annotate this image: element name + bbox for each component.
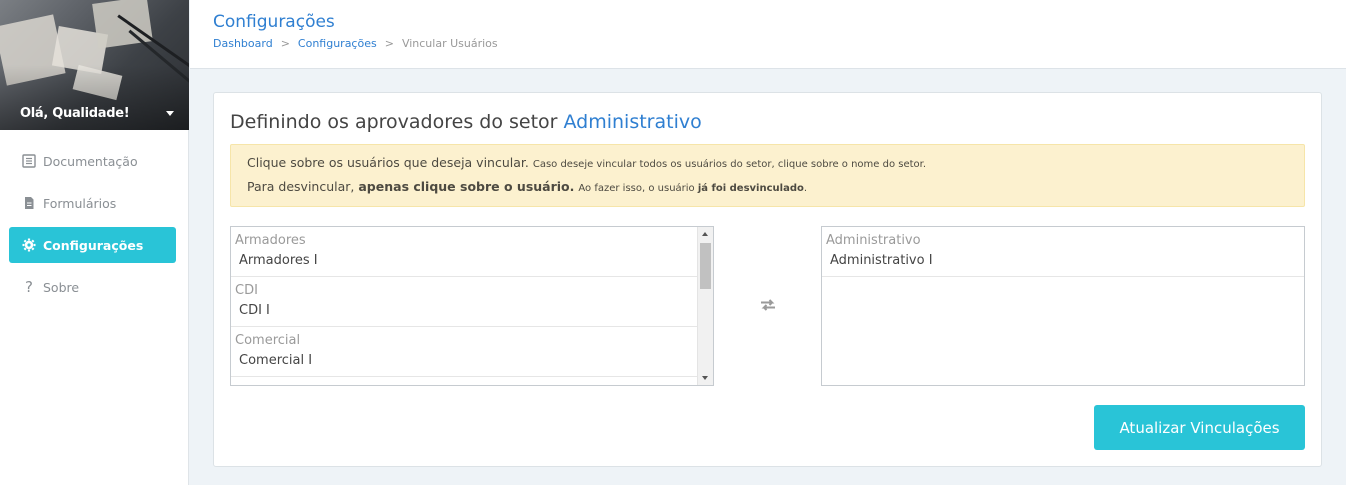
breadcrumb-configuracoes[interactable]: Configurações bbox=[298, 37, 377, 50]
question-icon: ? bbox=[25, 278, 33, 296]
chevron-right-icon: > bbox=[384, 37, 394, 50]
instructions-alert: Clique sobre os usuários que deseja vinc… bbox=[230, 144, 1305, 207]
available-users-list[interactable]: Armadores Armadores I CDI CDI I Comercia… bbox=[230, 226, 714, 386]
linked-users-list[interactable]: Administrativo Administrativo I bbox=[821, 226, 1305, 386]
list-group: Administrativo Administrativo I bbox=[822, 227, 1304, 277]
list-item[interactable]: Comercial I bbox=[231, 347, 713, 377]
greeting-text: Olá, Qualidade! bbox=[20, 105, 130, 121]
alert-line2-bold: apenas clique sobre o usuário. bbox=[358, 179, 575, 194]
gear-icon bbox=[22, 238, 36, 252]
group-label[interactable]: Comercial bbox=[231, 327, 713, 348]
list-item[interactable]: CDI I bbox=[231, 297, 713, 327]
alert-line1-small: Caso deseje vincular todos os usuários d… bbox=[532, 159, 927, 170]
scroll-thumb[interactable] bbox=[700, 243, 711, 289]
sidebar-item-configuracoes[interactable]: Configurações bbox=[9, 227, 176, 263]
sidebar-item-sobre[interactable]: ? Sobre bbox=[9, 269, 176, 305]
update-links-button[interactable]: Atualizar Vinculações bbox=[1094, 405, 1305, 450]
group-label[interactable]: CDI bbox=[231, 277, 713, 298]
swap-arrows-icon bbox=[758, 297, 778, 311]
list-group: Armadores Armadores I bbox=[231, 227, 713, 277]
caret-down-icon bbox=[166, 110, 174, 116]
alert-line2-pre: Para desvincular, bbox=[247, 179, 355, 194]
page-header: Configurações Dashboard > Configurações … bbox=[190, 0, 1346, 69]
page-title: Configurações bbox=[213, 12, 335, 32]
sidebar: Olá, Qualidade! Documentação Formulários… bbox=[0, 0, 189, 485]
card-title-sector: Administrativo bbox=[563, 111, 702, 133]
book-icon bbox=[22, 154, 36, 168]
sidebar-item-label: Sobre bbox=[43, 279, 80, 295]
chevron-right-icon: > bbox=[280, 37, 290, 50]
profile-banner: Olá, Qualidade! bbox=[0, 0, 189, 130]
file-icon bbox=[22, 196, 36, 210]
sidebar-item-documentacao[interactable]: Documentação bbox=[9, 143, 176, 179]
sidebar-item-label: Configurações bbox=[43, 237, 144, 253]
user-menu-toggle[interactable]: Olá, Qualidade! bbox=[0, 99, 189, 127]
alert-line2-small-bold: já foi desvinculado bbox=[697, 183, 804, 194]
sidebar-item-label: Documentação bbox=[43, 153, 138, 169]
group-label[interactable]: Armadores bbox=[231, 227, 713, 248]
card-title-prefix: Definindo os aprovadores do setor bbox=[230, 111, 558, 133]
alert-line2-small-post: . bbox=[803, 183, 808, 194]
list-group: Comercial Comercial I bbox=[231, 327, 713, 377]
alert-line2-small-pre: Ao fazer isso, o usuário bbox=[578, 183, 695, 194]
group-label[interactable]: Administrativo bbox=[822, 227, 1304, 248]
link-users-card: Definindo os aprovadores do setor Admini… bbox=[213, 92, 1322, 467]
sidebar-nav: Documentação Formulários Configurações ?… bbox=[0, 130, 188, 305]
list-item[interactable]: Armadores I bbox=[231, 247, 713, 277]
breadcrumb-dashboard[interactable]: Dashboard bbox=[213, 37, 273, 50]
list-item[interactable]: Administrativo I bbox=[822, 247, 1304, 277]
breadcrumb-current: Vincular Usuários bbox=[401, 37, 498, 50]
sidebar-item-label: Formulários bbox=[43, 195, 117, 211]
list-group: CDI CDI I bbox=[231, 277, 713, 327]
sidebar-item-formularios[interactable]: Formulários bbox=[9, 185, 176, 221]
scroll-up-icon[interactable] bbox=[702, 232, 708, 236]
scrollbar[interactable] bbox=[697, 227, 713, 385]
alert-line1-main: Clique sobre os usuários que deseja vinc… bbox=[247, 155, 529, 170]
scroll-down-icon[interactable] bbox=[702, 376, 708, 380]
card-title: Definindo os aprovadores do setor Admini… bbox=[230, 111, 702, 133]
breadcrumb: Dashboard > Configurações > Vincular Usu… bbox=[213, 37, 1346, 50]
